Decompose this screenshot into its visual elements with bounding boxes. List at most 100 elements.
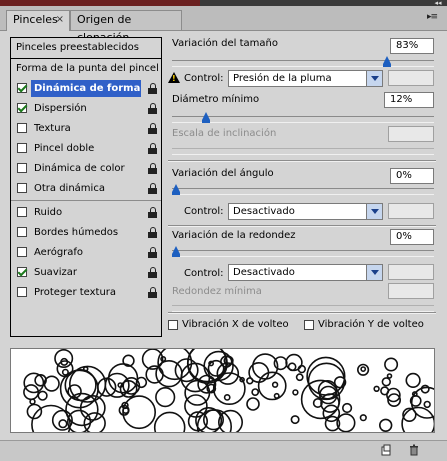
slider-thumb[interactable] [172, 246, 180, 257]
preview-dab [23, 372, 45, 394]
min-diameter-input[interactable]: 12% [384, 92, 434, 108]
checkbox[interactable] [17, 207, 27, 217]
preview-dab [223, 394, 231, 401]
lock-icon[interactable] [148, 83, 158, 94]
list-item-wet-edges[interactable]: Bordes húmedos [11, 224, 161, 242]
list-item-noise[interactable]: Ruido [11, 204, 161, 222]
chevron-down-icon[interactable] [366, 265, 382, 280]
flip-x-checkbox[interactable] [168, 320, 178, 330]
roundness-jitter-input[interactable]: 0% [390, 229, 434, 245]
preview-dab [207, 359, 225, 377]
list-item-label: Dinámica de forma [31, 80, 141, 97]
chevron-down-icon[interactable] [366, 204, 382, 219]
panel-bottom-bar [0, 440, 447, 461]
preview-dab [292, 389, 299, 396]
roundness-control-value: Desactivado [233, 267, 295, 278]
checkbox[interactable] [17, 247, 27, 257]
preview-dab [379, 418, 393, 432]
close-tab-icon[interactable]: × [56, 11, 64, 29]
slider-thumb[interactable] [172, 184, 180, 195]
preview-dab [381, 377, 391, 387]
list-item-other-dynamics[interactable]: Otra dinámica [11, 180, 161, 198]
stroke-preview-graphic [23, 349, 434, 432]
checkbox[interactable] [17, 123, 27, 133]
list-item-scattering[interactable]: Dispersión [11, 100, 161, 118]
size-control-fade-input [388, 70, 434, 86]
preview-dab [65, 392, 99, 427]
list-item-dual-brush[interactable]: Pincel doble [11, 140, 161, 158]
slider-thumb[interactable] [202, 112, 211, 123]
preview-dab [31, 404, 71, 432]
preview-dab [251, 388, 260, 396]
checkbox[interactable] [17, 83, 27, 93]
list-item-protect-texture[interactable]: Proteger textura [11, 284, 161, 302]
lock-icon[interactable] [148, 227, 158, 238]
lock-icon[interactable] [148, 183, 158, 194]
list-item-label: Suavizar [34, 267, 77, 278]
checkbox[interactable] [17, 267, 27, 277]
list-item-label: Dinámica de color [34, 163, 125, 174]
preview-dab [423, 400, 431, 409]
chevron-down-icon[interactable] [366, 71, 382, 86]
preview-dab [246, 397, 260, 411]
preview-dab [58, 419, 68, 429]
size-control-select[interactable]: Presión de la pluma [228, 70, 383, 87]
lock-icon[interactable] [148, 143, 158, 154]
trash-icon[interactable] [408, 444, 420, 456]
list-item-shape-dynamics[interactable]: Dinámica de forma [11, 80, 161, 98]
preview-dab [273, 392, 280, 399]
preview-dab [155, 386, 176, 408]
size-control-label: Control: [184, 73, 224, 84]
tab-clone-source[interactable]: Origen de clonación [70, 10, 182, 44]
section-divider [168, 225, 436, 227]
preview-dab [61, 368, 69, 376]
preview-dab [174, 358, 199, 383]
lock-icon[interactable] [148, 163, 158, 174]
lock-icon[interactable] [148, 287, 158, 298]
list-item-airbrush[interactable]: Aerógrafo [11, 244, 161, 262]
list-item-texture[interactable]: Textura [11, 120, 161, 138]
preview-dab [153, 411, 186, 432]
roundness-control-label: Control: [184, 268, 224, 279]
min-roundness-label: Redondez mínima [172, 286, 262, 297]
angle-jitter-slider[interactable] [172, 184, 434, 195]
checkbox[interactable] [17, 143, 27, 153]
size-jitter-label: Variación del tamaño [172, 38, 278, 49]
roundness-control-select[interactable]: Desactivado [228, 264, 383, 281]
roundness-jitter-slider[interactable] [172, 246, 434, 257]
tilt-scale-input [388, 126, 434, 142]
size-jitter-slider[interactable] [172, 56, 434, 67]
min-diameter-label: Diámetro mínimo [172, 94, 260, 105]
list-item-color-dynamics[interactable]: Dinámica de color [11, 160, 161, 178]
checkbox[interactable] [17, 103, 27, 113]
tab-brushes[interactable]: Pinceles × [6, 10, 70, 31]
preview-dab [29, 398, 36, 405]
list-item-smoothing[interactable]: Suavizar [11, 264, 161, 282]
angle-jitter-input[interactable]: 0% [390, 168, 434, 184]
preview-dab [295, 373, 304, 382]
list-item-label: Pincel doble [34, 143, 95, 154]
lock-icon[interactable] [148, 123, 158, 134]
lock-icon[interactable] [148, 247, 158, 258]
panel-menu-icon[interactable]: ▸≡ [427, 12, 438, 22]
brush-presets-item[interactable]: Pinceles preestablecidos [11, 38, 161, 59]
checkbox[interactable] [17, 163, 27, 173]
size-jitter-input[interactable]: 83% [390, 38, 434, 54]
lock-icon[interactable] [148, 103, 158, 114]
preview-dab [359, 414, 367, 422]
slider-thumb[interactable] [382, 56, 391, 67]
checkbox[interactable] [17, 227, 27, 237]
angle-control-select[interactable]: Desactivado [228, 203, 383, 220]
min-diameter-slider[interactable] [172, 112, 434, 123]
checkbox[interactable] [17, 183, 27, 193]
new-preset-icon[interactable] [380, 444, 392, 456]
size-control-value: Presión de la pluma [233, 73, 332, 84]
lock-icon[interactable] [148, 267, 158, 278]
checkbox[interactable] [17, 287, 27, 297]
flip-y-checkbox[interactable] [304, 320, 314, 330]
brush-tip-shape-item[interactable]: Forma de la punta del pincel [11, 59, 161, 79]
roundness-control-fade-input [388, 264, 434, 280]
lock-icon[interactable] [148, 207, 158, 218]
preview-dab [248, 362, 270, 383]
list-item-label: Bordes húmedos [34, 227, 119, 238]
